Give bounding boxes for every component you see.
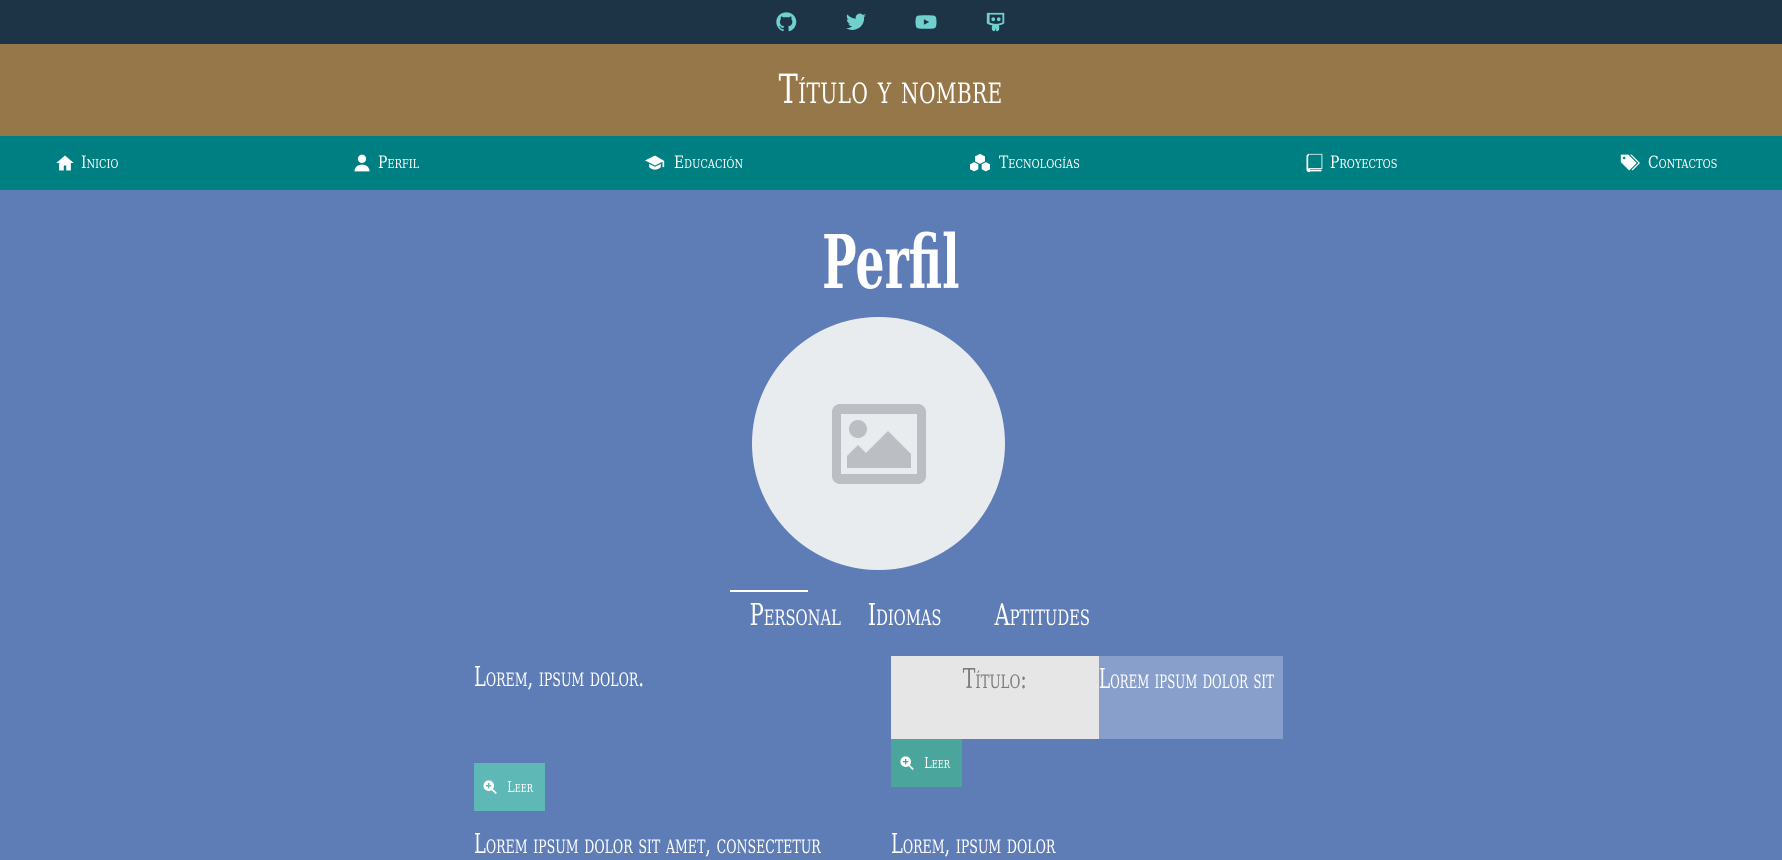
social-bar (0, 0, 1782, 44)
info-box: Título: Lorem ipsum dolor sit (891, 656, 1283, 739)
image-placeholder-icon (831, 403, 926, 484)
youtube-link[interactable] (911, 7, 941, 37)
slideshare-icon (986, 12, 1005, 32)
bottom-right-title: Lorem, ipsum dolor (891, 829, 1140, 860)
title-bar: Título y nombre (0, 44, 1782, 136)
tags-icon (1620, 154, 1640, 171)
nav-item-label: Educación (674, 153, 744, 173)
nav-item-perfil[interactable]: Perfil (352, 136, 428, 190)
github-link[interactable] (771, 7, 801, 37)
graduation-cap-icon (645, 155, 665, 170)
nav-item-contactos[interactable]: Contactos (1618, 136, 1733, 190)
read-button[interactable]: Leer (474, 763, 545, 811)
info-key-text: Título: (962, 664, 1028, 695)
tab-aptitudes[interactable]: Aptitudes (974, 590, 1089, 633)
zoom-in-icon (483, 780, 497, 795)
main-nav: Inicio Perfil Educación Tecnologías Proy… (0, 136, 1782, 190)
profile-tabs: Personal Idiomas Aptitudes (0, 590, 1782, 633)
tab-label: Personal (749, 598, 841, 633)
tab-idiomas[interactable]: Idiomas (852, 590, 942, 633)
info-value: Lorem ipsum dolor sit (1099, 656, 1283, 739)
user-icon (354, 154, 370, 172)
read-button-label: Leer (507, 778, 533, 796)
nav-item-inicio[interactable]: Inicio (55, 136, 127, 190)
left-card-title: Lorem, ipsum dolor. (474, 662, 732, 693)
nav-item-label: Proyectos (1330, 153, 1398, 173)
nav-item-proyectos[interactable]: Proyectos (1304, 136, 1412, 190)
twitter-link[interactable] (841, 7, 871, 37)
slideshare-link[interactable] (981, 7, 1011, 37)
twitter-icon (845, 13, 867, 30)
page-title-text: Perfil (822, 220, 960, 306)
zoom-in-icon (900, 756, 914, 771)
book-icon (1306, 153, 1323, 173)
bottom-left-title-text: Lorem ipsum dolor sit amet, consectetur (474, 829, 821, 860)
nav-item-label: Inicio (81, 153, 119, 173)
info-read-button[interactable]: Leer (891, 739, 962, 787)
nav-item-label: Contactos (1648, 153, 1718, 173)
nav-item-label: Perfil (378, 153, 420, 173)
info-key: Título: (891, 656, 1099, 739)
nav-item-educacion[interactable]: Educación (642, 136, 758, 190)
nav-item-label: Tecnologías (999, 153, 1080, 173)
cubes-icon (970, 153, 990, 172)
left-card-title-text: Lorem, ipsum dolor. (474, 662, 644, 693)
tab-label: Idiomas (867, 598, 942, 633)
read-button-label: Leer (924, 754, 950, 772)
tab-label: Aptitudes (994, 598, 1090, 633)
bottom-right-title-text: Lorem, ipsum dolor (891, 829, 1056, 860)
info-value-text: Lorem ipsum dolor sit (1099, 664, 1274, 695)
youtube-icon (915, 15, 937, 29)
site-title: Título y nombre (778, 67, 1004, 113)
github-icon (776, 12, 797, 32)
page-title: Perfil (0, 220, 1782, 306)
tab-personal[interactable]: Personal (730, 590, 841, 633)
home-icon (56, 155, 74, 171)
avatar (752, 317, 1005, 570)
nav-item-tecnologias[interactable]: Tecnologías (967, 136, 1098, 190)
